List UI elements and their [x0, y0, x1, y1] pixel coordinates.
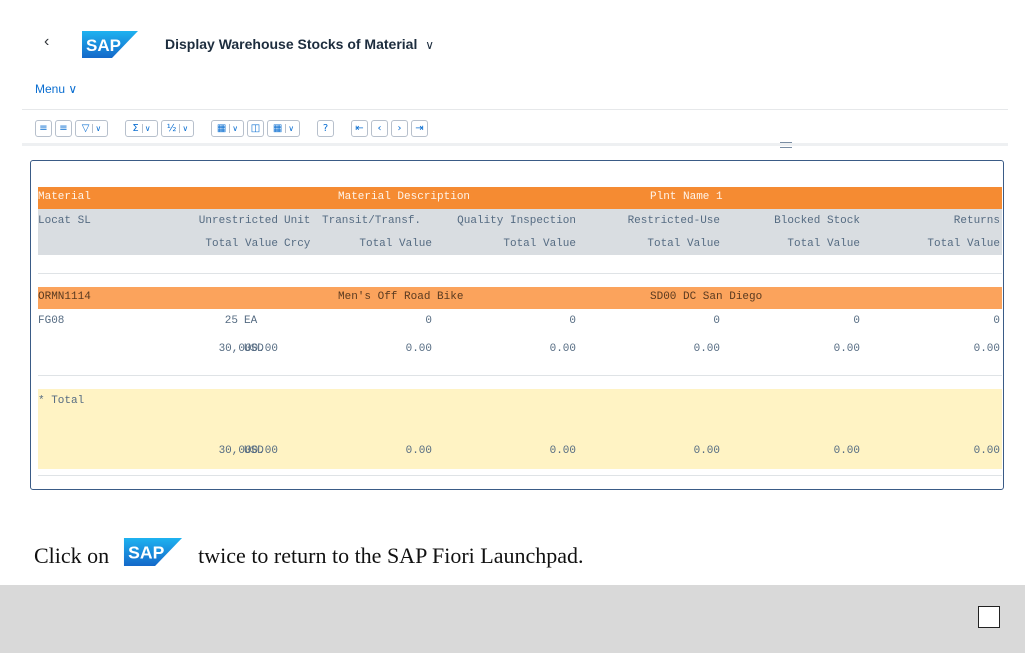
col-restricted: Restricted-Use — [627, 215, 720, 227]
instruction-prefix: Click on — [34, 543, 110, 568]
material-row[interactable]: ORMN1114 Men's Off Road Bike SD00 DC San… — [38, 287, 1002, 309]
cell-transit-value: 0.00 — [405, 343, 432, 355]
menu-button[interactable]: Menu ∨ — [35, 82, 77, 96]
cell-quality: 0 — [569, 315, 576, 327]
cell-blocked: 0 — [853, 315, 860, 327]
cell-blocked-value: 0.00 — [833, 343, 860, 355]
sap-logo-icon[interactable]: SAP — [82, 31, 138, 58]
page-title[interactable]: Display Warehouse Stocks of Material ∨ — [165, 36, 434, 52]
footer-bar — [0, 585, 1025, 653]
page-title-text: Display Warehouse Stocks of Material — [165, 36, 418, 52]
cell-plant: SD00 DC San Diego — [650, 291, 763, 303]
svg-text:SAP: SAP — [86, 36, 121, 55]
cell-returns-value: 0.00 — [973, 343, 1000, 355]
total-transit: 0.00 — [405, 445, 432, 457]
cell-transit: 0 — [425, 315, 432, 327]
cell-description: Men's Off Road Bike — [338, 291, 464, 303]
help-icon[interactable]: ? — [317, 119, 334, 137]
sap-logo-icon: SAP — [123, 538, 182, 566]
divider — [22, 109, 1022, 110]
total-restricted: 0.00 — [693, 445, 720, 457]
table-row[interactable]: FG08 25 EA 0 0 0 0 0 — [38, 311, 1002, 333]
alv-toolbar: ≡ ≡ ▽ ∨ Σ ∨ ½ ∨ ▦ ∨ ◫ ▦ ∨ ? ⇤ ‹ › ⇥ — [35, 118, 431, 138]
cell-quality-value: 0.00 — [549, 343, 576, 355]
cell-restricted-value: 0.00 — [693, 343, 720, 355]
col-total-value: Total Value — [503, 238, 576, 250]
toolbar-divider — [22, 143, 1022, 146]
col-locat: Locat SL — [38, 215, 91, 227]
divider — [38, 475, 1002, 476]
total-label: * Total — [38, 395, 85, 407]
col-total-value: Total Value — [787, 238, 860, 250]
back-icon[interactable]: ‹ — [44, 33, 49, 51]
table-row[interactable]: 30,000.00 USD 0.00 0.00 0.00 0.00 0.00 — [38, 339, 1002, 361]
header-row-material: Material Material Description Plnt Name … — [38, 187, 1002, 209]
header-row-stock: Locat SL Unrestricted Unit Transit/Trans… — [38, 209, 1002, 255]
summary-icon[interactable]: ≡ — [55, 119, 72, 137]
col-total-value: Total Value — [647, 238, 720, 250]
col-total-value: Total Value — [927, 238, 1000, 250]
total-blocked: 0.00 — [833, 445, 860, 457]
cell-returns: 0 — [993, 315, 1000, 327]
divider — [38, 273, 1002, 274]
view-icon[interactable]: ▦ ∨ — [267, 119, 300, 137]
cell-unrestricted: 25 — [224, 315, 238, 327]
prev-icon[interactable]: ‹ — [371, 119, 388, 137]
last-icon[interactable]: ⇥ — [411, 119, 428, 137]
align-icon[interactable]: ≡ — [35, 119, 52, 137]
layout-icon[interactable]: ◫ — [247, 119, 264, 137]
col-quality: Quality Inspection — [457, 215, 576, 227]
report-list: Material Material Description Plnt Name … — [30, 160, 1004, 490]
col-total-value: Total Value — [359, 238, 432, 250]
filter-icon[interactable]: ▽ ∨ — [75, 119, 108, 137]
export-icon[interactable]: ▦ ∨ — [211, 119, 244, 137]
cell-restricted: 0 — [713, 315, 720, 327]
shell-header: ‹ SAP Display Warehouse Stocks of Materi… — [0, 0, 1008, 70]
col-unit: Unit — [284, 215, 311, 227]
total-crcy: USD — [244, 445, 264, 457]
instruction-suffix: twice to return to the SAP Fiori Launchp… — [198, 543, 584, 568]
cell-locat: FG08 — [38, 315, 65, 327]
cell-unit: EA — [244, 315, 258, 327]
instruction-text: Click on SAP twice to return to the SAP … — [34, 538, 584, 569]
col-total-value: Total Value — [205, 238, 278, 250]
col-blocked: Blocked Stock — [774, 215, 860, 227]
first-icon[interactable]: ⇤ — [351, 119, 368, 137]
total-quality: 0.00 — [549, 445, 576, 457]
cell-material: ORMN1114 — [38, 291, 91, 303]
col-returns: Returns — [953, 215, 1000, 227]
next-icon[interactable]: › — [391, 119, 408, 137]
sum-icon[interactable]: Σ ∨ — [125, 119, 158, 137]
col-plant: Plnt Name 1 — [650, 191, 723, 203]
svg-text:SAP: SAP — [128, 543, 164, 563]
divider — [38, 375, 1002, 376]
scrollbar[interactable] — [1008, 0, 1025, 585]
col-crcy: Crcy — [284, 238, 311, 250]
chevron-down-icon: ∨ — [425, 38, 435, 52]
total-returns: 0.00 — [973, 445, 1000, 457]
col-material: Material — [38, 191, 91, 203]
col-description: Material Description — [338, 191, 471, 203]
col-unrestricted: Unrestricted — [198, 215, 278, 227]
col-transit: Transit/Transf. — [322, 215, 422, 227]
total-row[interactable]: * Total 30,000.00 USD 0.00 0.00 0.00 0.0… — [38, 389, 1002, 469]
completion-checkbox[interactable] — [978, 606, 1000, 628]
resize-handle-icon[interactable] — [780, 142, 792, 148]
cell-crcy: USD — [244, 343, 264, 355]
subtotal-icon[interactable]: ½ ∨ — [161, 119, 194, 137]
